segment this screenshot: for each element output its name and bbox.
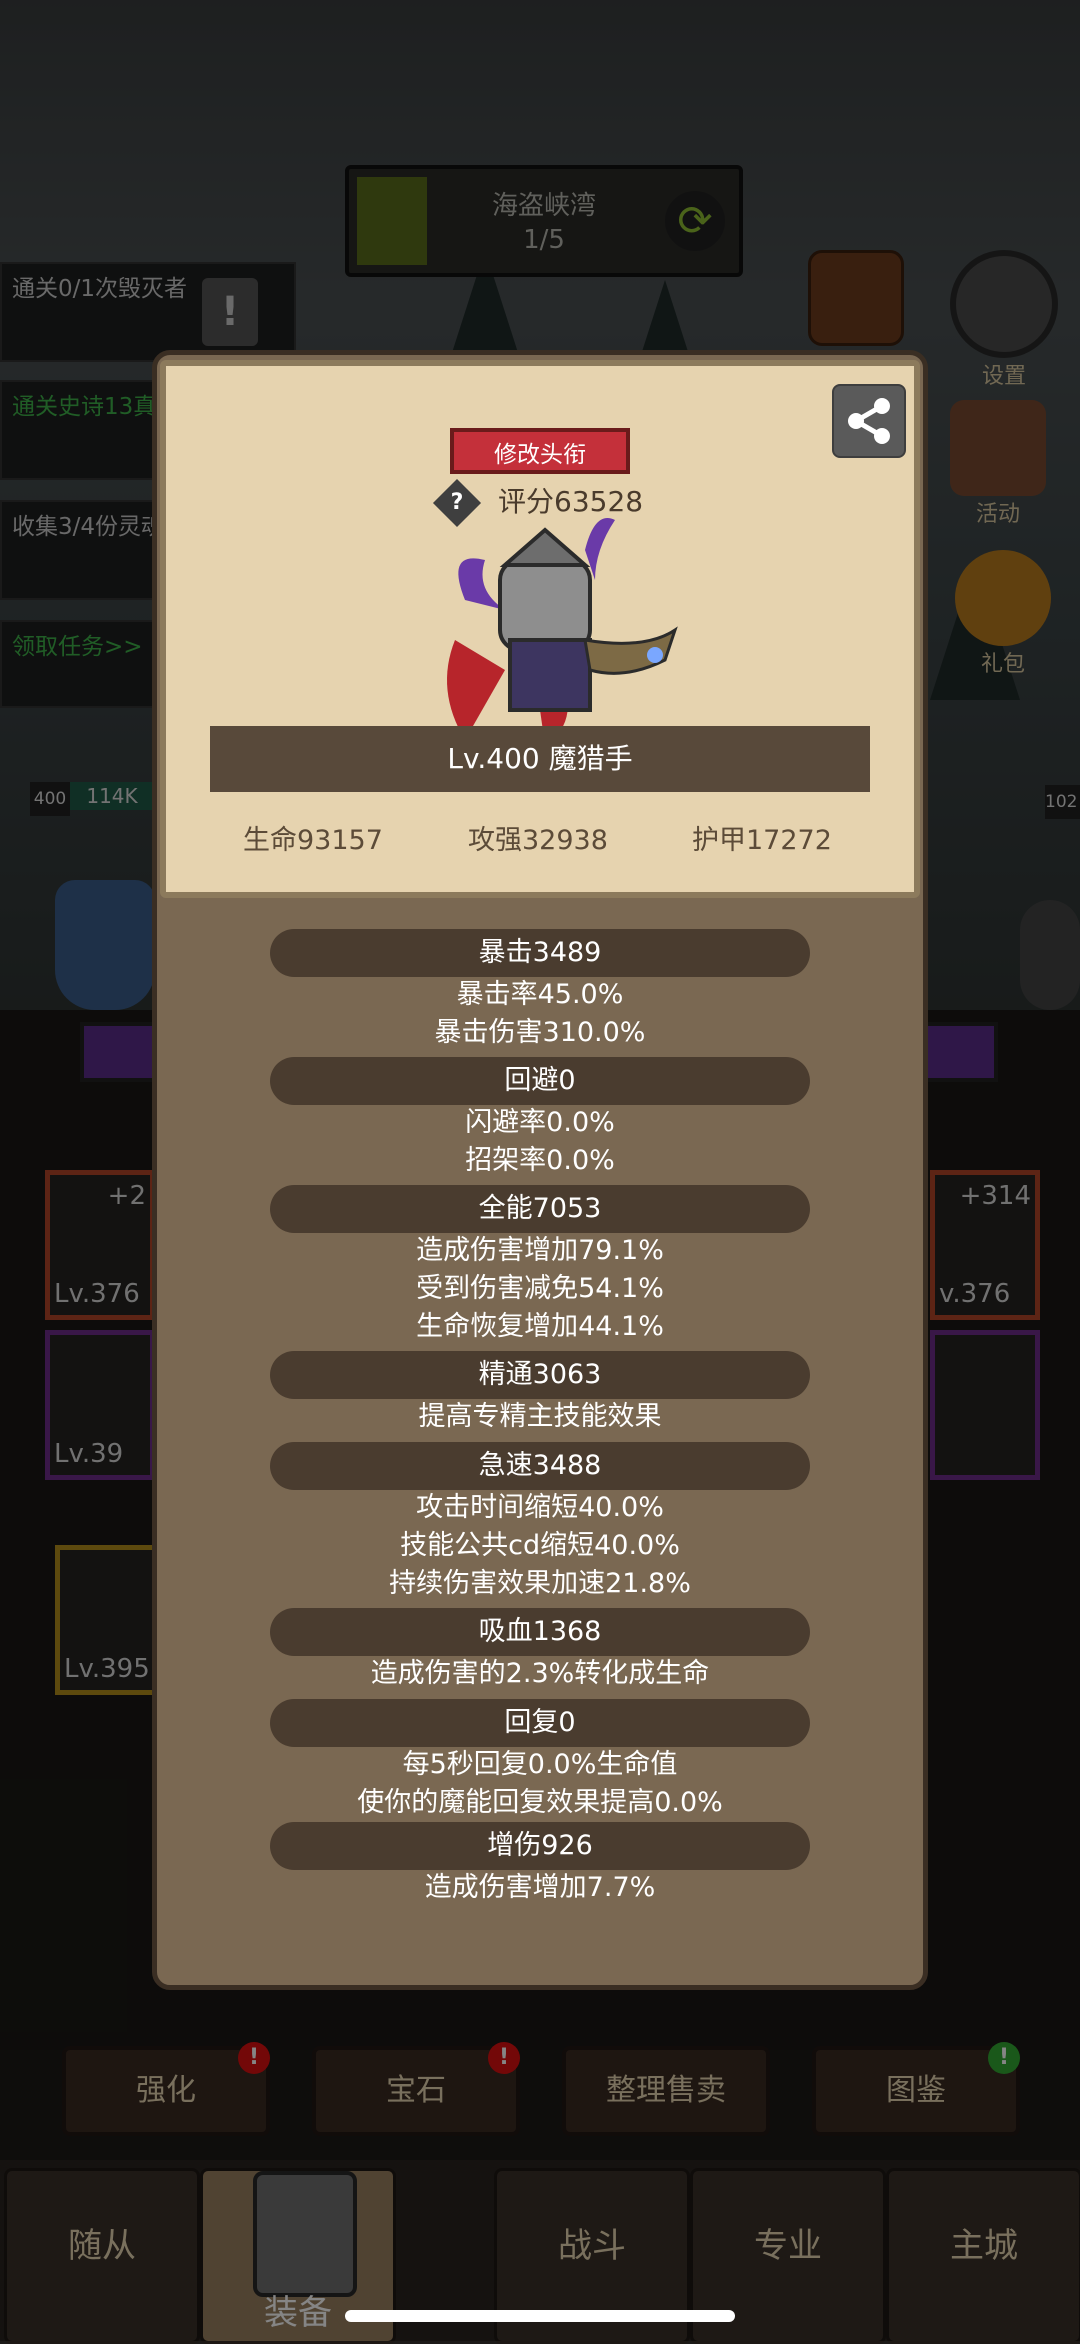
stat-header-regen: 回复0 [270,1699,810,1747]
edit-title-button[interactable]: 修改头衔 [450,428,630,474]
stat-line: 招架率0.0% [465,1145,615,1176]
stat-line: 技能公共cd缩短40.0% [400,1530,680,1561]
stat-line: 造成伤害增加7.7% [424,1872,656,1903]
stat-line: 使你的魔能回复效果提高0.0% [357,1787,723,1818]
stat-line: 造成伤害增加79.1% [416,1235,664,1266]
stat-header-versatility: 全能7053 [270,1185,810,1233]
stat-header-damage-bonus: 增伤926 [270,1822,810,1870]
stat-line: 暴击率45.0% [456,979,624,1010]
share-button[interactable] [832,384,906,458]
stat-line: 造成伤害的2.3%转化成生命 [370,1658,710,1689]
stat-header-lifesteal: 吸血1368 [270,1608,810,1656]
attack-stat: 攻强32938 [468,825,608,856]
hero-portrait [447,518,678,745]
stat-line: 暴击伤害310.0% [434,1017,646,1048]
stat-header-avoidance: 回避0 [270,1057,810,1105]
character-name-bar: Lv.400 魔猎手 [210,726,870,792]
stat-header-crit: 暴击3489 [270,929,810,977]
stat-line: 每5秒回复0.0%生命值 [402,1749,678,1780]
stat-line: 受到伤害减免54.1% [416,1273,664,1304]
stat-header-haste: 急速3488 [270,1442,810,1490]
stat-line: 持续伤害效果加速21.8% [389,1568,691,1599]
stat-line: 提高专精主技能效果 [418,1401,662,1432]
stat-header-mastery: 精通3063 [270,1351,810,1399]
stat-line: 生命恢复增加44.1% [416,1311,664,1342]
share-icon [848,398,890,444]
armor-stat: 护甲17272 [692,825,832,856]
hp-stat: 生命93157 [243,825,383,856]
stat-line: 攻击时间缩短40.0% [416,1492,664,1523]
home-indicator[interactable] [345,2310,735,2322]
stat-line: 闪避率0.0% [465,1107,615,1138]
